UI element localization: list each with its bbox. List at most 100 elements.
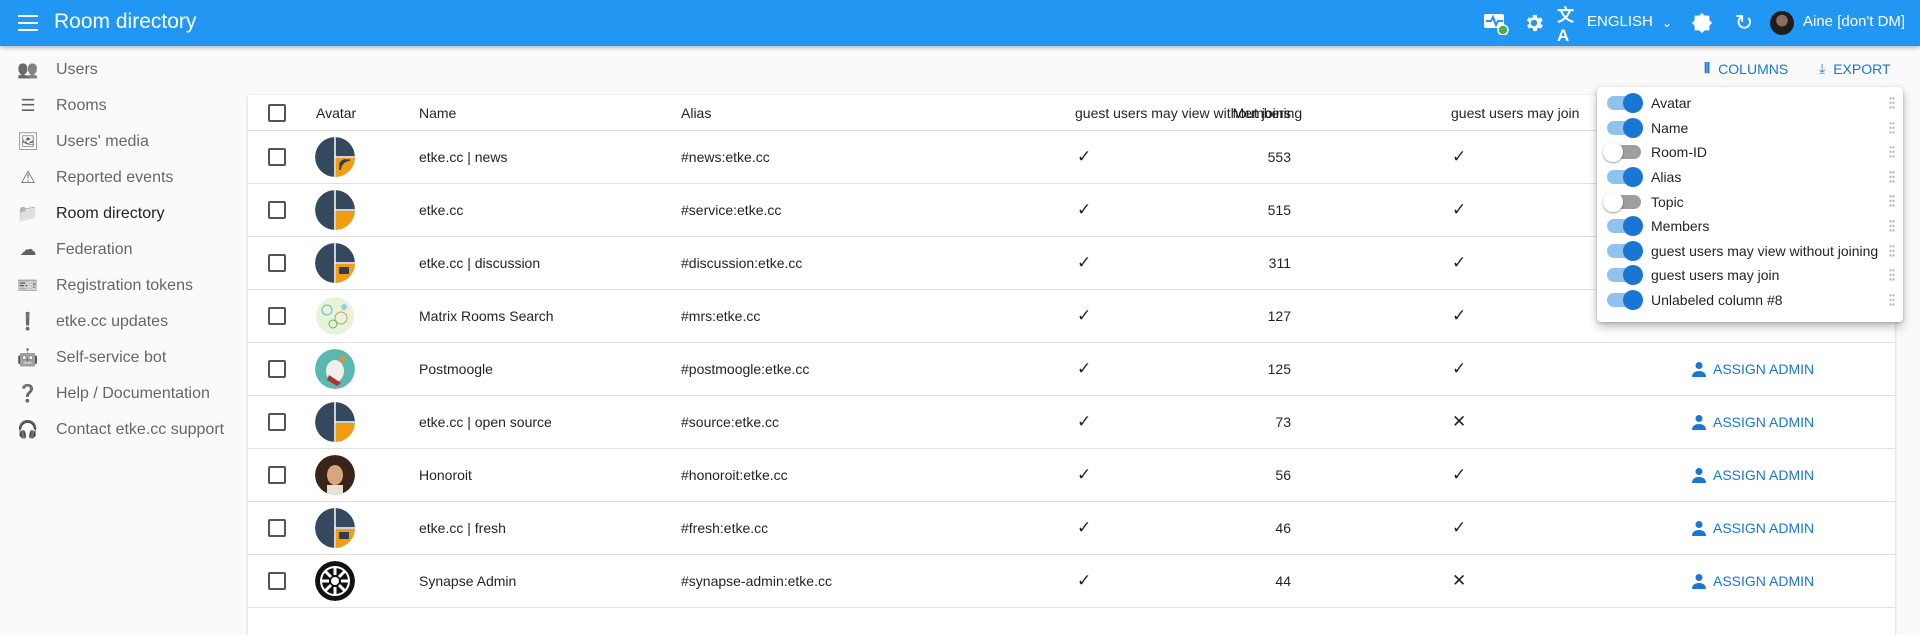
column-switch[interactable]	[1607, 216, 1643, 237]
column-toggle-item[interactable]: Unlabeled column #8	[1597, 288, 1903, 313]
table-row[interactable]: etke.cc | open source #source:etke.cc 73…	[248, 396, 1895, 449]
drag-handle-icon[interactable]	[1889, 169, 1895, 184]
row-checkbox[interactable]	[268, 148, 286, 166]
column-toggle-item[interactable]: Topic	[1597, 189, 1903, 214]
person-icon	[1692, 415, 1706, 430]
columns-button[interactable]: ⦀ COLUMNS	[1704, 60, 1788, 77]
announcement-icon: ❗	[17, 312, 39, 331]
check-icon: ✓	[1452, 518, 1467, 537]
check-icon: ✓	[1452, 253, 1467, 272]
server-status-icon[interactable]	[1483, 12, 1509, 35]
bot-icon: 🤖	[17, 348, 39, 367]
column-switch[interactable]	[1607, 167, 1643, 188]
sidebar-item-contact-etke-cc-support[interactable]: 🎧 Contact etke.cc support	[0, 412, 240, 448]
drag-handle-icon[interactable]	[1889, 218, 1895, 233]
user-avatar[interactable]	[1770, 11, 1794, 35]
drag-handle-icon[interactable]	[1889, 96, 1895, 110]
people-icon: 👥	[17, 60, 39, 79]
assign-admin-button[interactable]: ASSIGN ADMIN	[1691, 467, 1814, 483]
column-switch[interactable]	[1607, 117, 1643, 138]
language-select[interactable]: ENGLISH	[1587, 13, 1653, 30]
select-all-checkbox[interactable]	[268, 103, 286, 122]
assign-admin-button[interactable]: ASSIGN ADMIN	[1691, 414, 1814, 430]
assign-admin-button[interactable]: ASSIGN ADMIN	[1691, 520, 1814, 536]
row-checkbox[interactable]	[268, 254, 286, 272]
room-alias: #postmoogle:etke.cc	[681, 361, 810, 377]
assign-admin-button[interactable]: ASSIGN ADMIN	[1691, 573, 1814, 589]
refresh-icon[interactable]: ↻	[1733, 10, 1755, 35]
room-alias: #fresh:etke.cc	[681, 520, 769, 536]
column-toggle-item[interactable]: Avatar	[1597, 91, 1903, 116]
sidebar-item-rooms[interactable]: ☰ Rooms	[0, 88, 240, 124]
row-checkbox[interactable]	[268, 201, 286, 219]
room-members: 553	[1267, 149, 1291, 165]
drag-handle-icon[interactable]	[1889, 120, 1895, 135]
column-toggle-item[interactable]: guest users may join	[1597, 263, 1903, 288]
theme-toggle-icon[interactable]	[1690, 12, 1714, 34]
drag-handle-icon[interactable]	[1889, 243, 1895, 258]
row-checkbox[interactable]	[268, 572, 286, 590]
check-icon: ✓	[1077, 359, 1092, 378]
sidebar-item-help-documentation[interactable]: ❓ Help / Documentation	[0, 376, 240, 412]
table-row[interactable]: Postmoogle #postmoogle:etke.cc 125 ✓ ✓ A…	[248, 343, 1895, 396]
help-icon: ❓	[17, 384, 39, 403]
export-button[interactable]: ⤓ EXPORT	[1819, 60, 1891, 77]
row-checkbox[interactable]	[268, 413, 286, 431]
drag-handle-icon[interactable]	[1889, 194, 1895, 209]
table-row[interactable]: Honoroit #honoroit:etke.cc 56 ✓ ✓ ASSIGN…	[248, 449, 1895, 502]
column-toggle-item[interactable]: guest users may view without joining	[1597, 239, 1903, 264]
column-toggle-item[interactable]: Alias	[1597, 165, 1903, 190]
room-avatar	[315, 137, 355, 177]
column-switch[interactable]	[1607, 290, 1643, 311]
column-toggle-item[interactable]: Room-ID	[1597, 140, 1903, 165]
column-switch[interactable]	[1607, 93, 1643, 114]
room-alias: #honoroit:etke.cc	[681, 467, 788, 483]
drag-handle-icon[interactable]	[1889, 292, 1895, 307]
header-guest-join[interactable]: guest users may join	[1451, 105, 1579, 121]
header-avatar[interactable]: Avatar	[316, 105, 356, 121]
drag-handle-icon[interactable]	[1889, 268, 1895, 283]
room-name: etke.cc | fresh	[419, 520, 506, 536]
header-name[interactable]: Name	[419, 105, 456, 121]
settings-icon[interactable]	[1523, 12, 1545, 34]
assign-admin-button[interactable]: ASSIGN ADMIN	[1691, 361, 1814, 377]
header-guest-view[interactable]: guest users may view without joining	[1075, 105, 1302, 121]
chevron-down-icon[interactable]: ⌄	[1660, 12, 1674, 34]
room-members: 73	[1275, 414, 1291, 430]
user-name[interactable]: Aine [don't DM]	[1803, 13, 1905, 30]
check-icon: ✓	[1077, 306, 1092, 325]
person-icon	[1692, 574, 1706, 589]
row-checkbox[interactable]	[268, 307, 286, 325]
row-checkbox[interactable]	[268, 466, 286, 484]
table-row[interactable]: Synapse Admin #synapse-admin:etke.cc 44 …	[248, 555, 1895, 608]
header-alias[interactable]: Alias	[681, 105, 711, 121]
sidebar-item-self-service-bot[interactable]: 🤖 Self-service bot	[0, 340, 240, 376]
column-switch[interactable]	[1603, 142, 1641, 163]
sidebar-item-reported-events[interactable]: ⚠ Reported events	[0, 160, 240, 196]
menu-icon[interactable]	[18, 15, 38, 31]
room-members: 127	[1267, 308, 1291, 324]
column-switch[interactable]	[1607, 265, 1643, 286]
sidebar-item-federation[interactable]: ☁ Federation	[0, 232, 240, 268]
sidebar-item-room-directory[interactable]: 📁 Room directory	[0, 196, 240, 232]
room-members: 125	[1267, 361, 1291, 377]
drag-handle-icon[interactable]	[1889, 145, 1895, 160]
table-row[interactable]: etke.cc | fresh #fresh:etke.cc 46 ✓ ✓ AS…	[248, 502, 1895, 555]
sidebar-item-etke-cc-updates[interactable]: ❗ etke.cc updates	[0, 304, 240, 340]
column-toggle-item[interactable]: Members	[1597, 214, 1903, 239]
room-name: etke.cc	[419, 202, 464, 218]
sidebar-item-registration-tokens[interactable]: 🎫 Registration tokens	[0, 268, 240, 304]
translate-icon[interactable]: 文A	[1557, 6, 1579, 45]
sidebar-item-users-media[interactable]: 🖼 Users' media	[0, 124, 240, 160]
warning-icon: ⚠	[20, 168, 36, 187]
room-name: etke.cc | discussion	[419, 255, 541, 271]
column-switch[interactable]	[1603, 191, 1641, 212]
column-toggle-item[interactable]: Name	[1597, 116, 1903, 141]
sidebar-item-users[interactable]: 👥 Users	[0, 52, 240, 88]
column-switch[interactable]	[1607, 240, 1643, 261]
room-members: 44	[1275, 573, 1291, 589]
row-checkbox[interactable]	[268, 360, 286, 378]
check-icon: ✓	[1452, 359, 1467, 378]
row-checkbox[interactable]	[268, 519, 286, 537]
room-alias: #source:etke.cc	[681, 414, 780, 430]
